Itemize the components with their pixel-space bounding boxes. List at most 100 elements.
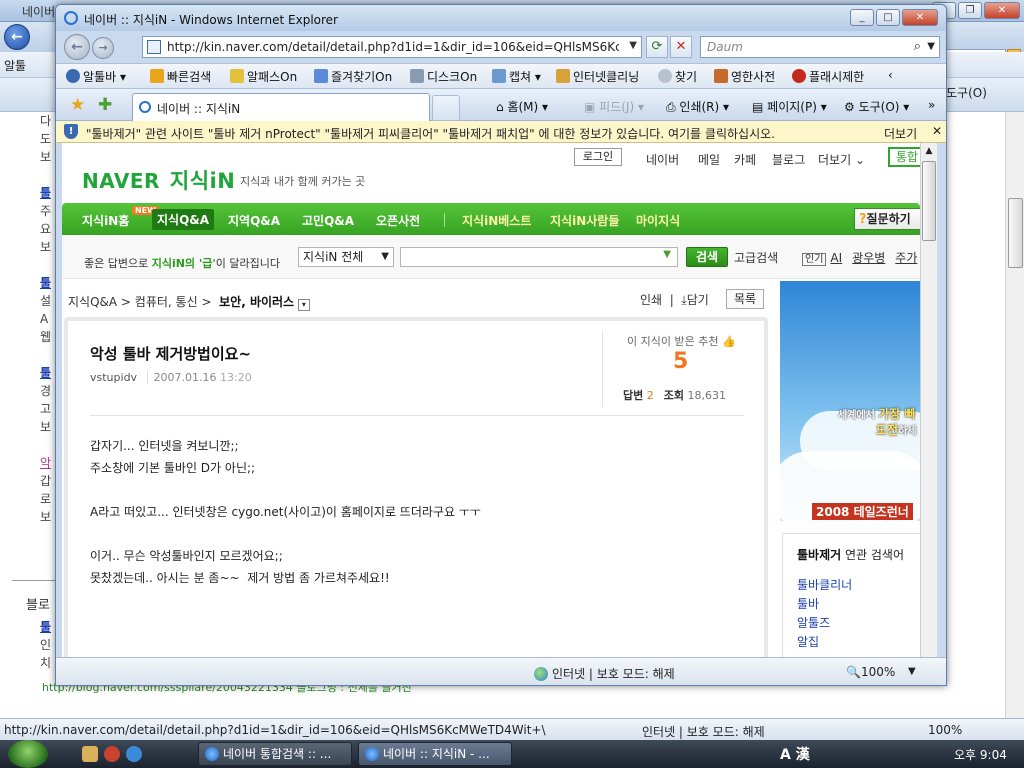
menu-local-qa[interactable]: 지역Q&A: [228, 212, 280, 229]
menu-open-dictionary[interactable]: 오픈사전: [376, 212, 420, 229]
toolbar-item-capture[interactable]: 캡쳐 ▾: [492, 68, 541, 85]
taskbar-button-naver-search[interactable]: 네이버 통합검색 :: ...: [198, 742, 352, 766]
topnav-naver[interactable]: 네이버: [646, 151, 679, 168]
scroll-up-arrow-icon[interactable]: ▲: [921, 143, 937, 159]
toolbar-item-flash-limit[interactable]: 플래시제한: [792, 68, 864, 85]
favorites-star-icon[interactable]: ★: [70, 95, 85, 115]
toolbar-item-find[interactable]: 찾기: [658, 68, 697, 85]
topnav-mail[interactable]: 메일: [698, 151, 720, 168]
thumbs-up-icon[interactable]: 👍: [722, 335, 736, 348]
refresh-button[interactable]: ⟳: [646, 36, 668, 58]
zoom-level[interactable]: 🔍100%: [846, 665, 895, 679]
list-button[interactable]: 목록: [726, 289, 764, 309]
naver-logo[interactable]: NAVER 지식iN: [82, 165, 235, 195]
toolbar-item-favorites-on[interactable]: 즐겨찾기On: [314, 68, 392, 85]
topnav-blog[interactable]: 블로그: [772, 151, 805, 168]
menu-worry-qa[interactable]: 고민Q&A: [302, 212, 354, 229]
related-item[interactable]: 툴바클리너: [797, 576, 852, 595]
toolbar-item-dictionary[interactable]: 영한사전: [714, 68, 775, 85]
menu-kin-people[interactable]: 지식iN사람들: [550, 212, 619, 229]
login-button[interactable]: 로그인: [574, 148, 622, 166]
topnav-more[interactable]: 더보기 ⌄: [818, 151, 865, 168]
chevron-down-icon[interactable]: ▼: [927, 41, 935, 52]
chevron-down-icon[interactable]: ▼: [629, 40, 637, 51]
save-link[interactable]: 담기: [687, 293, 709, 307]
quicklaunch-desktop-icon[interactable]: [82, 746, 98, 762]
quicklaunch-app-icon[interactable]: [104, 746, 120, 762]
toolbar-item-altoolbar[interactable]: 알툴바 ▾: [66, 68, 126, 85]
search-input[interactable]: Daum ⌕ ▼: [700, 36, 940, 58]
menu-kin-qa[interactable]: 지식Q&A: [152, 209, 215, 230]
popular-keyword[interactable]: 주가: [895, 251, 917, 265]
toolbar-item-disk-on[interactable]: 디스크On: [410, 68, 477, 85]
popular-keyword[interactable]: AI: [830, 251, 842, 265]
search-icon[interactable]: ⌕: [914, 39, 921, 54]
toolbar-overflow-chevron-icon[interactable]: ‹: [888, 68, 893, 82]
related-item[interactable]: 알툴즈: [797, 614, 852, 633]
toolbar-item-internet-cleaning[interactable]: 인터넷클리닝: [556, 68, 639, 85]
author-name[interactable]: vstupidv: [90, 371, 137, 384]
address-url[interactable]: http://kin.naver.com/detail/detail.php?d…: [167, 40, 619, 54]
menu-kin-best[interactable]: 지식iN베스트: [462, 212, 531, 229]
bg-close-button[interactable]: ✕: [984, 2, 1020, 19]
bg-scroll-thumb[interactable]: [1008, 198, 1023, 268]
bg-back-icon[interactable]: ←: [4, 24, 30, 50]
chevron-down-icon[interactable]: ▾: [297, 299, 310, 311]
ask-question-button[interactable]: ?질문하기: [854, 208, 920, 230]
advanced-search-link[interactable]: 고급검색: [734, 249, 778, 266]
tools-menu[interactable]: ⚙ 도구(O) ▾: [844, 98, 909, 115]
taskbar-button-naver-kin[interactable]: 네이버 :: 지식iN - ...: [358, 742, 512, 766]
related-item[interactable]: 툴바: [797, 595, 852, 614]
chevron-down-icon[interactable]: ▼: [663, 249, 671, 260]
overflow-chevron-icon[interactable]: »: [928, 98, 935, 112]
start-button[interactable]: [8, 740, 48, 768]
toolbar-item-quick-search[interactable]: 빠른검색: [150, 68, 211, 85]
bg-toolbar-label[interactable]: 알툴: [4, 57, 26, 74]
minimize-button[interactable]: _: [850, 9, 874, 26]
clock[interactable]: 오후 9:04: [954, 746, 1007, 763]
menu-kin-home[interactable]: 지식iN홈 NEW: [82, 206, 159, 229]
scroll-thumb[interactable]: [922, 161, 936, 241]
stop-button[interactable]: ✕: [670, 36, 692, 58]
popular-keywords: 인기 AI 광우병 주가: [802, 249, 920, 266]
bg-vertical-scrollbar[interactable]: [1005, 112, 1024, 718]
breadcrumb-kin-qa[interactable]: 지식Q&A: [68, 295, 117, 309]
ime-indicator[interactable]: A 漢: [780, 744, 810, 764]
new-tab-button[interactable]: [432, 95, 460, 121]
information-bar[interactable]: ! "툴바제거" 관련 사이트 "툴바 제거 nProtect" "툴바제거 피…: [56, 121, 946, 143]
security-zone[interactable]: 인터넷 | 보호 모드: 해제: [534, 665, 675, 682]
search-scope-select[interactable]: 지식iN 전체 ▼: [298, 247, 394, 267]
quicklaunch-ie-icon[interactable]: [126, 746, 142, 762]
feeds-button[interactable]: ▣ 피드(J) ▾: [584, 98, 644, 115]
home-button[interactable]: ⌂ 홈(M) ▾: [496, 98, 548, 115]
toolbar-item-alpass[interactable]: 알패스On: [230, 68, 297, 85]
vertical-scrollbar[interactable]: ▲: [920, 143, 937, 657]
game-ad-banner[interactable]: 세계에서 가장 빠 도전하세 2008 테일즈런너: [780, 281, 920, 521]
page-menu[interactable]: ▤ 페이지(P) ▾: [752, 98, 827, 115]
address-bar[interactable]: http://kin.naver.com/detail/detail.php?d…: [142, 36, 642, 58]
maximize-button[interactable]: □: [876, 9, 900, 26]
forward-button[interactable]: →: [92, 37, 114, 59]
kin-search-input[interactable]: ▼: [400, 247, 678, 267]
topnav-cafe[interactable]: 카페: [734, 151, 756, 168]
add-favorites-icon[interactable]: ✚: [98, 95, 112, 115]
menu-my-kin[interactable]: 마이지식: [636, 212, 680, 229]
tab-naver-kin[interactable]: 네이버 :: 지식iN: [132, 93, 430, 121]
back-button[interactable]: ←: [64, 34, 90, 60]
bg-status-zoom[interactable]: 100%: [928, 723, 962, 737]
integrated-search-tab[interactable]: 통합: [888, 147, 920, 167]
bg-maximize-button[interactable]: ❐: [958, 2, 982, 19]
breadcrumb-computer[interactable]: 컴퓨터, 통신: [135, 295, 198, 309]
bg-tools-menu[interactable]: 도구(O): [946, 84, 987, 101]
related-item[interactable]: 알집: [797, 633, 852, 652]
infobar-close-icon[interactable]: ✕: [932, 124, 942, 138]
print-button[interactable]: ⎙ 인쇄(R) ▾: [666, 98, 729, 115]
breadcrumb-security[interactable]: 보안, 바이러스: [219, 295, 294, 309]
close-button[interactable]: ✕: [902, 9, 938, 26]
infobar-message[interactable]: "툴바제거" 관련 사이트 "툴바 제거 nProtect" "툴바제거 피씨클…: [86, 125, 775, 142]
popular-keyword[interactable]: 광우병: [852, 251, 885, 265]
print-link[interactable]: 인쇄: [640, 293, 662, 307]
search-button[interactable]: 검색: [686, 247, 728, 267]
chevron-down-icon[interactable]: ▼: [908, 666, 916, 677]
infobar-more-link[interactable]: 더보기: [884, 125, 917, 142]
